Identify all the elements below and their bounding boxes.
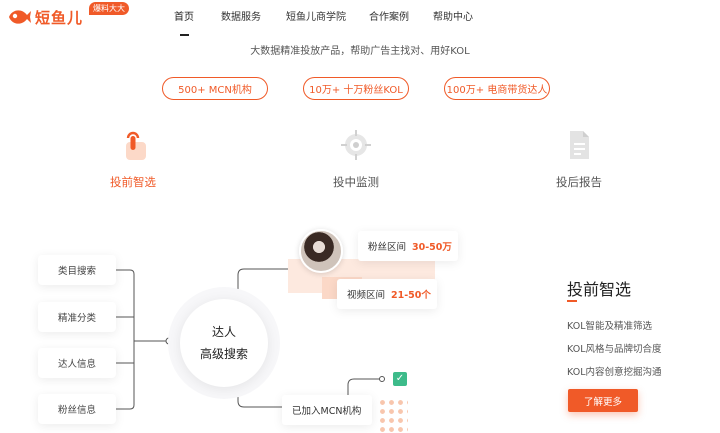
- touch-icon: [116, 128, 150, 162]
- mcn-label: 已加入MCN机构: [292, 406, 362, 417]
- nav-item-help[interactable]: 帮助中心: [433, 8, 473, 23]
- video-range-label: 视频区间: [347, 290, 386, 301]
- nav-item-cases[interactable]: 合作案例: [369, 8, 409, 23]
- check-icon: ✓: [393, 372, 407, 386]
- fans-range-label: 粉丝区间: [368, 242, 407, 253]
- feature-report[interactable]: 投后报告: [534, 128, 624, 190]
- video-range-card: 视频区间 21-50个: [337, 279, 437, 309]
- stat-pill-mcn: 500+ MCN机构: [162, 77, 268, 100]
- stat-pill-ecommerce: 100万+ 电商带货达人: [444, 77, 550, 100]
- hub-subtitle: 高级搜索: [199, 347, 248, 361]
- category-classification: 精准分类: [38, 302, 116, 332]
- fans-range-card: 粉丝区间 30-50万: [358, 231, 458, 261]
- nav-active-indicator: [180, 34, 189, 36]
- nav-item-data-services[interactable]: 数据服务: [221, 8, 261, 23]
- feature-label: 投后报告: [556, 175, 602, 189]
- category-fans-info: 粉丝信息: [38, 394, 116, 424]
- hub-title: 达人: [211, 325, 236, 339]
- feature-label: 投前智选: [110, 175, 156, 189]
- nav-item-home[interactable]: 首页: [174, 8, 194, 23]
- mcn-card: 已加入MCN机构: [282, 395, 372, 425]
- category-kol-info: 达人信息: [38, 348, 116, 378]
- top-nav: 首页 数据服务 短鱼儿商学院 合作案例 帮助中心: [0, 8, 720, 36]
- video-range-value: 21-50个: [391, 290, 431, 301]
- feature-monitoring[interactable]: 投中监测: [311, 128, 401, 190]
- hub-circle: 达人 高级搜索: [180, 299, 268, 387]
- learn-more-button[interactable]: 了解更多: [568, 389, 638, 412]
- panel-title-underline: [567, 300, 577, 302]
- report-icon: [562, 128, 596, 162]
- feature-pre-select[interactable]: 投前智选: [88, 128, 178, 190]
- dot-pattern: [378, 398, 408, 433]
- target-icon: [339, 128, 373, 162]
- nav-item-academy[interactable]: 短鱼儿商学院: [286, 8, 346, 23]
- stat-pill-kol: 10万+ 十万粉丝KOL: [303, 77, 409, 100]
- panel-item: KOL内容创意挖掘沟通: [567, 367, 662, 378]
- panel-item: KOL智能及精准筛选: [567, 321, 652, 332]
- fans-range-value: 30-50万: [412, 242, 452, 253]
- kol-search-diagram: 类目搜索 精准分类 达人信息 粉丝信息 达人 高级搜索 粉丝区间 30-50万 …: [0, 215, 540, 433]
- kol-avatar: [299, 229, 343, 273]
- panel-item: KOL风格与品牌切合度: [567, 344, 662, 355]
- feature-label: 投中监测: [333, 175, 379, 189]
- category-search: 类目搜索: [38, 255, 116, 285]
- panel-title: 投前智选: [567, 280, 632, 299]
- tagline: 大数据精准投放产品，帮助广告主找对、用好KOL: [250, 46, 470, 57]
